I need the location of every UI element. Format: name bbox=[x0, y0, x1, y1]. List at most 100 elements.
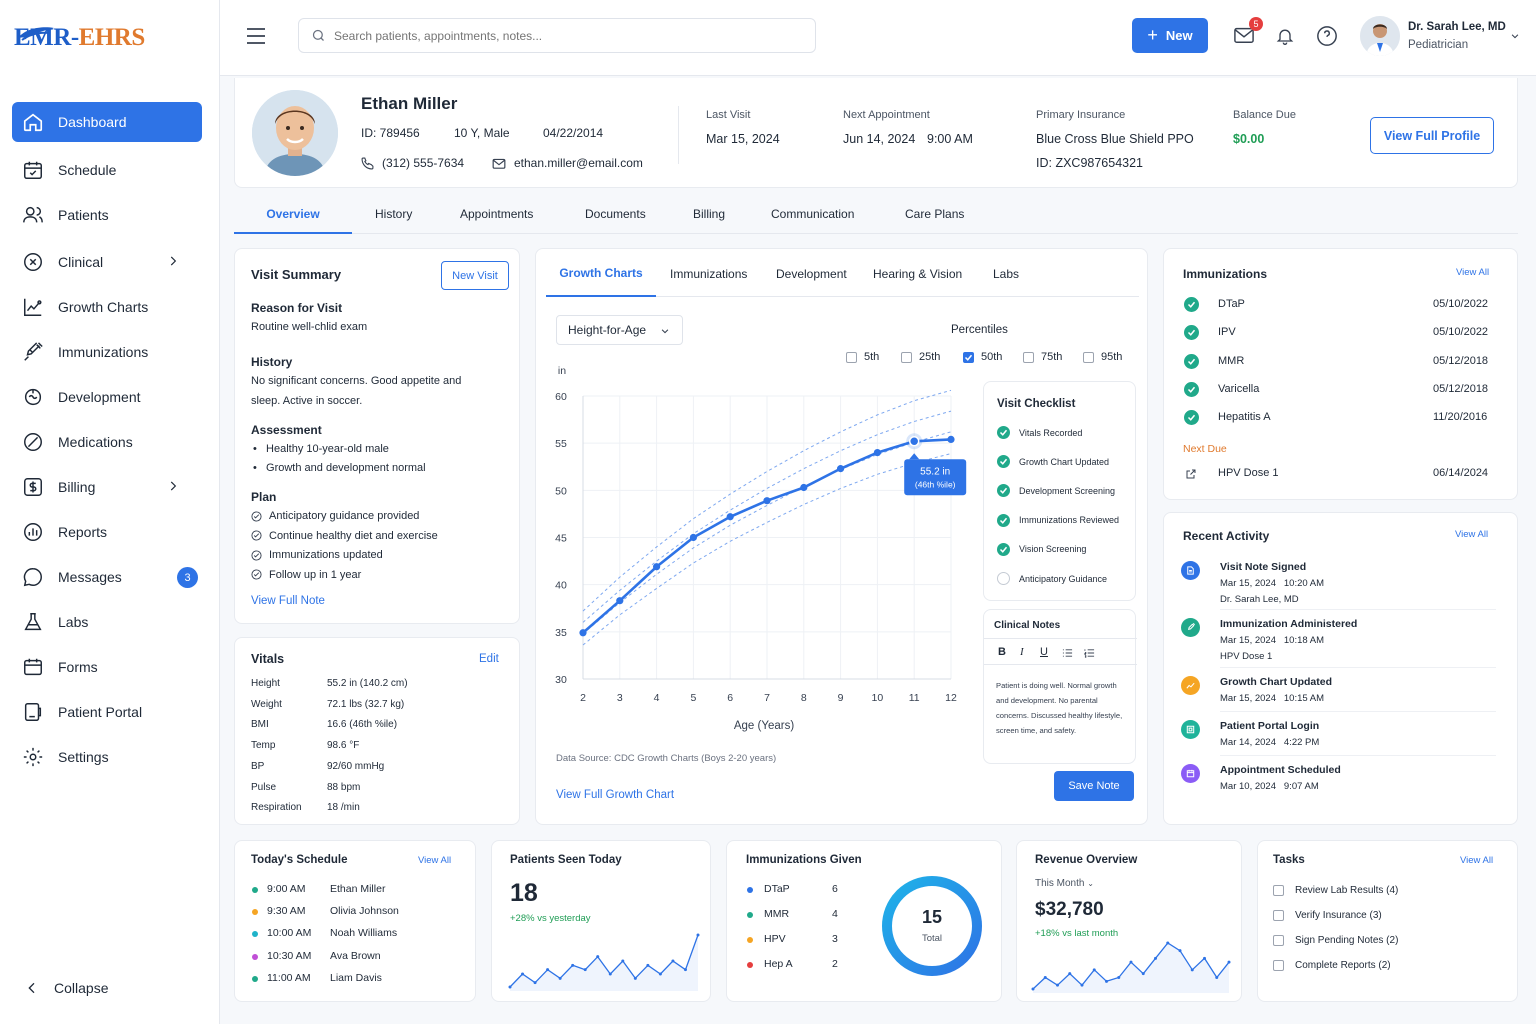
legend-dot bbox=[747, 912, 753, 918]
activity-title[interactable]: Appointment Scheduled bbox=[1220, 764, 1341, 776]
checklist-item[interactable]: Development Screening bbox=[997, 484, 1116, 498]
vital-label: Height bbox=[251, 678, 280, 689]
tab-immunizations[interactable]: Immunizations bbox=[670, 267, 747, 281]
sidebar-item-settings[interactable]: Settings bbox=[12, 737, 202, 777]
last-visit-value: Mar 15, 2024 bbox=[706, 132, 780, 146]
tab-hearing-vision[interactable]: Hearing & Vision bbox=[873, 267, 962, 281]
divider bbox=[984, 638, 1137, 639]
save-note-button[interactable]: Save Note bbox=[1054, 771, 1134, 801]
schedule-patient[interactable]: Ava Brown bbox=[330, 950, 381, 962]
activity-title[interactable]: Patient Portal Login bbox=[1220, 720, 1319, 732]
app-logo[interactable]: EMR-EHRS bbox=[14, 24, 145, 52]
sidebar-item-reports[interactable]: Reports bbox=[12, 512, 202, 552]
checklist-item[interactable]: Vision Screening bbox=[997, 542, 1086, 556]
schedule-patient[interactable]: Noah Williams bbox=[330, 927, 397, 939]
sidebar-item-forms[interactable]: Forms bbox=[12, 647, 202, 687]
chevron-down-icon: ⌄ bbox=[1087, 879, 1094, 888]
patient-phone[interactable]: (312) 555-7634 bbox=[382, 156, 464, 170]
schedule-patient[interactable]: Olivia Johnson bbox=[330, 905, 399, 917]
tasks-view-all[interactable]: View All bbox=[1460, 855, 1493, 866]
checklist-item[interactable]: Vitals Recorded bbox=[997, 426, 1082, 439]
tab-billing[interactable]: Billing bbox=[693, 207, 725, 221]
new-button[interactable]: + New bbox=[1132, 18, 1208, 53]
tab-appointments[interactable]: Appointments bbox=[460, 207, 533, 221]
task-item[interactable]: Verify Insurance (3) bbox=[1273, 910, 1382, 921]
revenue-period-select[interactable]: This Month ⌄ bbox=[1035, 878, 1094, 889]
sidebar-item-labs[interactable]: Labs bbox=[12, 602, 202, 642]
checklist-label: Development Screening bbox=[1019, 485, 1116, 496]
bold-button[interactable]: B bbox=[998, 646, 1006, 658]
activity-title[interactable]: Immunization Administered bbox=[1220, 618, 1357, 630]
search-input[interactable] bbox=[334, 28, 774, 43]
italic-button[interactable]: I bbox=[1020, 646, 1024, 658]
new-visit-button[interactable]: New Visit bbox=[441, 261, 509, 290]
tab-labs[interactable]: Labs bbox=[993, 267, 1019, 281]
sidebar-item-clinical[interactable]: Clinical bbox=[12, 242, 202, 282]
sidebar-item-billing[interactable]: Billing bbox=[12, 467, 202, 507]
schedule-patient[interactable]: Liam Davis bbox=[330, 972, 382, 984]
search-bar[interactable] bbox=[298, 18, 816, 53]
user-avatar[interactable] bbox=[1360, 16, 1400, 56]
tab-development[interactable]: Development bbox=[776, 267, 847, 281]
sidebar-item-label: Immunizations bbox=[58, 344, 149, 360]
home-icon bbox=[23, 113, 43, 132]
sidebar-item-messages[interactable]: Messages 3 bbox=[12, 557, 202, 597]
task-checkbox[interactable] bbox=[1273, 910, 1284, 921]
patient-email[interactable]: ethan.miller@email.com bbox=[514, 156, 643, 170]
checklist-item[interactable]: Immunizations Reviewed bbox=[997, 513, 1119, 527]
sidebar-item-development[interactable]: Development bbox=[12, 377, 202, 417]
tab-care-plans[interactable]: Care Plans bbox=[905, 207, 964, 221]
sidebar-item-dashboard[interactable]: Dashboard bbox=[12, 102, 202, 142]
checkbox[interactable] bbox=[1023, 351, 1034, 363]
numbered-list-icon[interactable] bbox=[1084, 648, 1095, 658]
patient-age-sex: 10 Y, Male bbox=[454, 126, 510, 140]
tab-communication[interactable]: Communication bbox=[771, 207, 854, 221]
tab-overview[interactable]: Overview bbox=[234, 194, 352, 234]
menu-icon[interactable] bbox=[246, 27, 266, 45]
bullet-list-icon[interactable] bbox=[1062, 648, 1073, 658]
task-checkbox[interactable] bbox=[1273, 960, 1284, 971]
task-item[interactable]: Review Lab Results (4) bbox=[1273, 885, 1398, 896]
immunizations-view-all[interactable]: View All bbox=[1456, 267, 1489, 278]
checkbox[interactable] bbox=[1083, 351, 1094, 363]
help-icon[interactable] bbox=[1316, 25, 1338, 47]
sidebar-item-schedule[interactable]: Schedule bbox=[12, 150, 202, 190]
activity-title[interactable]: Growth Chart Updated bbox=[1220, 676, 1332, 688]
task-item[interactable]: Complete Reports (2) bbox=[1273, 960, 1391, 971]
notes-text[interactable]: Patient is doing well. Normal growth and… bbox=[996, 678, 1130, 738]
tab-history[interactable]: History bbox=[375, 207, 412, 221]
collapse-button[interactable]: Collapse bbox=[14, 968, 204, 1008]
chevron-down-icon[interactable] bbox=[1510, 31, 1520, 41]
task-checkbox[interactable] bbox=[1273, 885, 1284, 896]
view-full-profile-button[interactable]: View Full Profile bbox=[1370, 117, 1494, 154]
syringe-icon bbox=[24, 342, 43, 361]
schedule-view-all[interactable]: View All bbox=[418, 855, 451, 866]
sidebar-item-patient-portal[interactable]: Patient Portal bbox=[12, 692, 202, 732]
underline-button[interactable]: U bbox=[1040, 646, 1048, 658]
forms-icon bbox=[24, 658, 42, 676]
activity-title[interactable]: Visit Note Signed bbox=[1220, 561, 1306, 573]
task-checkbox[interactable] bbox=[1273, 935, 1284, 946]
view-full-note-link[interactable]: View Full Note bbox=[251, 595, 325, 607]
sidebar-item-medications[interactable]: Medications bbox=[12, 422, 202, 462]
tab-growth-charts[interactable]: Growth Charts bbox=[546, 249, 656, 297]
percentile-toggle-75th[interactable]: 75th bbox=[1023, 351, 1062, 363]
schedule-patient[interactable]: Ethan Miller bbox=[330, 883, 385, 895]
check-circle-icon bbox=[251, 569, 262, 580]
plan-text: Continue healthy diet and exercise bbox=[269, 529, 438, 542]
view-full-growth-chart-link[interactable]: View Full Growth Chart bbox=[556, 789, 674, 801]
mail-button[interactable]: 5 bbox=[1233, 17, 1263, 48]
checklist-item[interactable]: Growth Chart Updated bbox=[997, 455, 1109, 469]
checklist-item[interactable]: Anticipatory Guidance bbox=[997, 572, 1107, 585]
imm-given-name: DTaP bbox=[764, 883, 790, 895]
vitals-edit-link[interactable]: Edit bbox=[479, 653, 499, 665]
sidebar-item-immunizations[interactable]: Immunizations bbox=[12, 332, 202, 372]
bell-icon[interactable] bbox=[1275, 25, 1295, 47]
activity-view-all[interactable]: View All bbox=[1455, 529, 1488, 540]
task-item[interactable]: Sign Pending Notes (2) bbox=[1273, 935, 1398, 946]
chart-type-select[interactable]: Height-for-Age bbox=[556, 315, 683, 345]
tab-documents[interactable]: Documents bbox=[585, 207, 646, 221]
sidebar-item-growth-charts[interactable]: Growth Charts bbox=[12, 287, 202, 327]
sidebar-item-patients[interactable]: Patients bbox=[12, 195, 202, 235]
percentile-toggle-95th[interactable]: 95th bbox=[1083, 351, 1122, 363]
